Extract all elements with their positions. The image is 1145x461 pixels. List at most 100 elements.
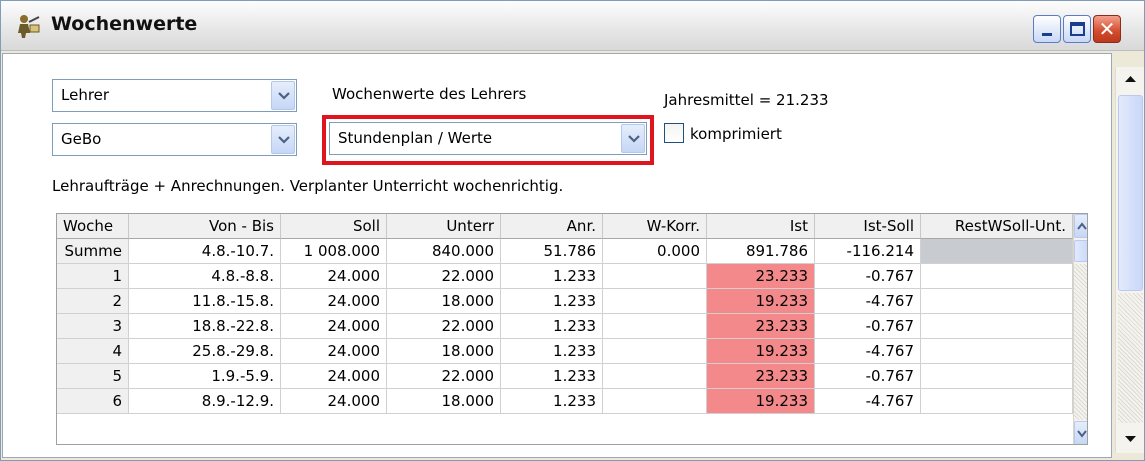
window-title: Wochenwerte [51, 13, 198, 35]
maximize-icon [1070, 22, 1085, 36]
table-cell: -0.767 [815, 314, 921, 339]
jahresmittel-value: Jahresmittel = 21.233 [664, 91, 829, 109]
teacher-value: GeBo [61, 130, 102, 148]
column-header-unterr[interactable]: Unterr [387, 214, 501, 239]
table-cell: 8.9.-12.9. [129, 389, 281, 414]
table-row[interactable]: 2 11.8.-15.8. 24.000 18.000 1.233 19.233… [57, 289, 1073, 314]
close-icon: ✕ [1098, 17, 1116, 41]
window-scroll-track[interactable] [1118, 293, 1143, 423]
minimize-button[interactable] [1033, 15, 1061, 43]
column-header-ist[interactable]: Ist [707, 214, 815, 239]
table-cell: 51.786 [501, 239, 603, 264]
table-row[interactable]: 6 8.9.-12.9. 24.000 18.000 1.233 19.233 … [57, 389, 1073, 414]
title-bar[interactable]: Wochenwerte ✕ [1, 1, 1144, 51]
window-scroll-thumb[interactable] [1118, 95, 1143, 291]
table-cell: 6 [57, 389, 129, 414]
table-cell: Summe [57, 239, 129, 264]
table-row[interactable]: 5 1.9.-5.9. 24.000 22.000 1.233 23.233 -… [57, 364, 1073, 389]
column-header-woche[interactable]: Woche [57, 214, 129, 239]
table-cell [921, 239, 1073, 264]
table-cell [921, 364, 1073, 389]
table-cell: 18.000 [387, 289, 501, 314]
table-cell: 19.233 [707, 289, 815, 314]
table-cell: 18.000 [387, 389, 501, 414]
element-type-value: Lehrer [61, 86, 110, 104]
table-cell: 19.233 [707, 389, 815, 414]
column-header-von-bis[interactable]: Von - Bis [129, 214, 281, 239]
window-scrollbar[interactable] [1115, 67, 1144, 453]
table-cell: 1.233 [501, 389, 603, 414]
element-type-select[interactable]: Lehrer [52, 79, 297, 112]
table-row-summe[interactable]: Summe 4.8.-10.7. 1 008.000 840.000 51.78… [57, 239, 1073, 264]
table-cell [603, 364, 707, 389]
table-cell [921, 339, 1073, 364]
table-scrollbar[interactable] [1073, 214, 1087, 444]
column-header-restwsoll[interactable]: RestWSoll-Unt. [921, 214, 1073, 239]
table-cell: 24.000 [281, 389, 387, 414]
table-cell [921, 264, 1073, 289]
table-cell: 23.233 [707, 314, 815, 339]
table-cell: 4 [57, 339, 129, 364]
chevron-down-icon [278, 92, 290, 100]
column-header-soll[interactable]: Soll [281, 214, 387, 239]
column-header-w-korr[interactable]: W-Korr. [603, 214, 707, 239]
table-cell: -116.214 [815, 239, 921, 264]
table-cell: 0.000 [603, 239, 707, 264]
table-scroll-up-button[interactable] [1074, 214, 1087, 238]
table-cell: 1 [57, 264, 129, 289]
table-scroll-thumb[interactable] [1074, 240, 1087, 262]
komprimiert-label[interactable]: komprimiert [690, 125, 782, 143]
table-cell: 3 [57, 314, 129, 339]
table-cell: 840.000 [387, 239, 501, 264]
table-cell: -0.767 [815, 364, 921, 389]
column-header-ist-soll[interactable]: Ist-Soll [815, 214, 921, 239]
chevron-down-icon [1077, 430, 1087, 438]
view-mode-select[interactable]: Stundenplan / Werte [329, 122, 647, 155]
close-button[interactable]: ✕ [1093, 15, 1121, 43]
element-type-dropdown-button[interactable] [271, 81, 295, 110]
column-header-anr[interactable]: Anr. [501, 214, 603, 239]
view-label: Wochenwerte des Lehrers [332, 85, 527, 103]
table-row[interactable]: 1 4.8.-8.8. 24.000 22.000 1.233 23.233 -… [57, 264, 1073, 289]
table-cell: 25.8.-29.8. [129, 339, 281, 364]
window-scroll-down-button[interactable] [1118, 426, 1143, 451]
table-cell [603, 339, 707, 364]
table-cell: 11.8.-15.8. [129, 289, 281, 314]
table-scroll-down-button[interactable] [1074, 421, 1087, 444]
view-mode-dropdown-button[interactable] [621, 124, 645, 153]
maximize-button[interactable] [1063, 15, 1091, 43]
table-cell: 22.000 [387, 314, 501, 339]
table-cell: 1.233 [501, 264, 603, 289]
triangle-up-icon [1125, 76, 1136, 82]
table-row[interactable]: 3 18.8.-22.8. 24.000 22.000 1.233 23.233… [57, 314, 1073, 339]
table-cell [921, 389, 1073, 414]
table-cell [603, 264, 707, 289]
table-cell: 1.233 [501, 339, 603, 364]
table-cell: 24.000 [281, 314, 387, 339]
table-cell: -4.767 [815, 389, 921, 414]
table-scroll-track[interactable] [1074, 264, 1087, 420]
table-header-row: Woche Von - Bis Soll Unterr Anr. W-Korr.… [57, 214, 1073, 239]
table-cell: 19.233 [707, 339, 815, 364]
teacher-dropdown-button[interactable] [271, 125, 295, 154]
chevron-down-icon [628, 135, 640, 143]
table-cell: 1.233 [501, 289, 603, 314]
teacher-figure-icon [18, 15, 40, 38]
table-cell: 24.000 [281, 264, 387, 289]
table-cell [603, 289, 707, 314]
window-scroll-up-button[interactable] [1118, 67, 1143, 92]
table-cell [603, 314, 707, 339]
teacher-select[interactable]: GeBo [52, 123, 297, 156]
table-cell: 23.233 [707, 264, 815, 289]
table-cell: -4.767 [815, 289, 921, 314]
wochenwerte-window: Wochenwerte ✕ Lehrer GeBo Wochenwerte de… [0, 0, 1145, 461]
komprimiert-checkbox[interactable] [664, 123, 684, 143]
view-mode-value: Stundenplan / Werte [338, 129, 493, 147]
table-cell [921, 314, 1073, 339]
weekly-values-table: Woche Von - Bis Soll Unterr Anr. W-Korr.… [56, 213, 1088, 445]
table-cell: 24.000 [281, 339, 387, 364]
table-cell [921, 289, 1073, 314]
table-cell: 1 008.000 [281, 239, 387, 264]
table-cell: 23.233 [707, 364, 815, 389]
table-row[interactable]: 4 25.8.-29.8. 24.000 18.000 1.233 19.233… [57, 339, 1073, 364]
